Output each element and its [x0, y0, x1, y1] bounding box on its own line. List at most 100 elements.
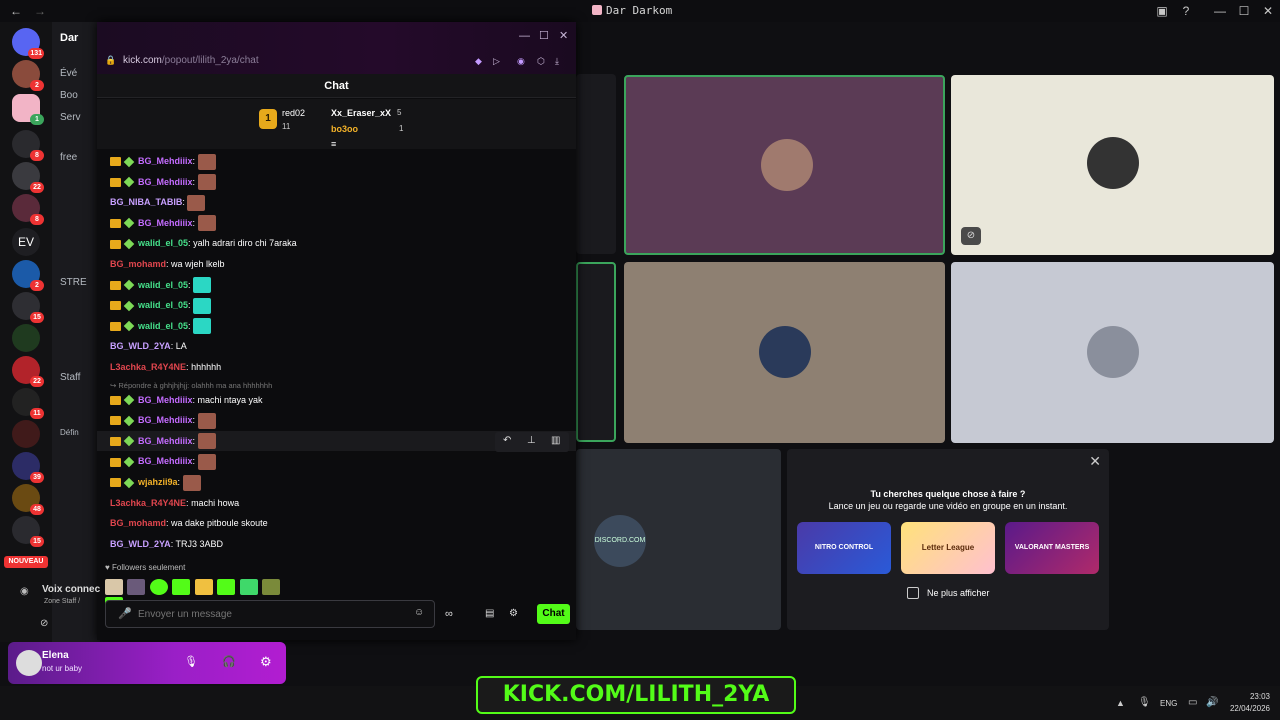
- chat-message[interactable]: BG_Mehdiiix: machi ntaya yak: [110, 391, 263, 409]
- discord-home-icon[interactable]: 131: [12, 28, 44, 59]
- server-icon[interactable]: 11: [12, 388, 44, 419]
- video-tile[interactable]: [624, 262, 945, 443]
- activity-card[interactable]: NITRO CONTROL: [797, 522, 891, 574]
- chat-message[interactable]: walid_el_05:: [110, 317, 212, 335]
- chat-username[interactable]: BG_Mehdiiix: [138, 436, 193, 446]
- chat-message[interactable]: BG_Mehdiiix:: [110, 411, 216, 429]
- chat-message[interactable]: BG_WLD_2YA: TRJ3 3ABD: [110, 535, 223, 553]
- video-tile[interactable]: [576, 74, 616, 254]
- channel-item[interactable]: Serv: [60, 112, 81, 123]
- chat-username[interactable]: BG_Mehdiiix: [138, 395, 193, 405]
- chat-message[interactable]: BG_Mehdiiix:: [110, 452, 216, 471]
- video-tile[interactable]: ⊘: [951, 75, 1274, 255]
- server-icon[interactable]: 22: [12, 162, 44, 193]
- chat-username[interactable]: BG_Mehdiiix: [138, 415, 193, 425]
- chat-username[interactable]: walid_el_05: [138, 280, 188, 290]
- server-icon[interactable]: EV: [12, 228, 40, 256]
- channel-item[interactable]: Boo: [60, 90, 78, 101]
- server-icon[interactable]: 48: [12, 484, 44, 515]
- chat-username[interactable]: BG_Mehdiiix: [138, 177, 193, 187]
- server-icon[interactable]: 2: [12, 260, 44, 291]
- chat-username[interactable]: wjahzii9a: [138, 477, 178, 487]
- headphones-icon[interactable]: 🎧: [222, 655, 236, 668]
- chat-username[interactable]: BG_WLD_2YA: [110, 539, 171, 549]
- emote[interactable]: [149, 578, 168, 595]
- server-icon[interactable]: 8: [12, 194, 44, 225]
- emoji-icon[interactable]: ☺: [414, 607, 424, 618]
- chat-username[interactable]: BG_Mehdiiix: [138, 456, 193, 466]
- pin-icon[interactable]: ⊥: [527, 435, 536, 446]
- emote[interactable]: [105, 578, 123, 595]
- emote[interactable]: [172, 578, 191, 595]
- video-tile[interactable]: [576, 262, 616, 442]
- extension-icon[interactable]: ◆: [475, 56, 482, 67]
- minimize-icon[interactable]: —: [1212, 3, 1228, 19]
- chat-message[interactable]: L3achka_R4Y4NE: hhhhhh: [110, 358, 221, 376]
- message-input[interactable]: [138, 606, 408, 622]
- chat-username[interactable]: BG_WLD_2YA: [110, 341, 171, 351]
- chat-message[interactable]: L3achka_R4Y4NE: machi howa: [110, 494, 239, 512]
- chat-message[interactable]: BG_WLD_2YA: LA: [110, 337, 187, 355]
- dont-show-checkbox[interactable]: [907, 587, 919, 599]
- microphone-icon[interactable]: 🎙: [1138, 697, 1151, 708]
- leader-name[interactable]: Xx_Eraser_xX: [331, 108, 391, 118]
- reply-icon[interactable]: ↶: [503, 435, 511, 446]
- chat-username[interactable]: BG_Mehdiiix: [138, 156, 193, 166]
- chat-username[interactable]: BG_mohamd: [110, 259, 166, 269]
- maximize-icon[interactable]: ☐: [539, 29, 549, 42]
- channel-item[interactable]: STRE: [60, 277, 87, 288]
- network-icon[interactable]: ▭: [1188, 697, 1197, 708]
- clock-time[interactable]: 23:03: [1236, 692, 1270, 701]
- emote[interactable]: [217, 578, 236, 595]
- filter-icon[interactable]: ≡: [331, 139, 336, 149]
- video-tile[interactable]: DISCORD.COM: [576, 449, 781, 630]
- minimize-icon[interactable]: —: [519, 30, 530, 42]
- activity-card[interactable]: Letter League: [901, 522, 995, 574]
- channel-item[interactable]: Évé: [60, 68, 77, 79]
- help-icon[interactable]: ?: [1178, 3, 1194, 19]
- chat-username[interactable]: BG_mohamd: [110, 518, 166, 528]
- store-icon[interactable]: ▤: [485, 608, 494, 619]
- inbox-icon[interactable]: ▣: [1154, 3, 1170, 19]
- server-icon[interactable]: 2: [12, 60, 44, 91]
- chat-message[interactable]: BG_Mehdiiix:: [110, 152, 216, 170]
- server-name[interactable]: Dar: [60, 32, 78, 44]
- points-icon[interactable]: ∞: [445, 608, 453, 620]
- message-composer[interactable]: 🎤 ☺: [105, 600, 435, 628]
- channel-item[interactable]: Défin: [60, 428, 79, 437]
- category-staff[interactable]: Staff: [60, 372, 80, 383]
- leader-name[interactable]: bo3oo: [331, 124, 358, 134]
- chat-message[interactable]: BG_Mehdiiix:: [110, 432, 216, 450]
- language-indicator[interactable]: ENG: [1160, 699, 1177, 708]
- chat-username[interactable]: walid_el_05: [138, 238, 188, 248]
- leader-name[interactable]: red02: [282, 108, 305, 118]
- activity-card[interactable]: VALORANT MASTERS: [1005, 522, 1099, 574]
- forward-arrow-icon[interactable]: →: [32, 3, 48, 19]
- emote[interactable]: [194, 578, 213, 595]
- microphone-icon[interactable]: 🎙: [184, 655, 198, 668]
- close-icon[interactable]: ✕: [1089, 453, 1101, 470]
- server-icon[interactable]: [12, 420, 40, 448]
- maximize-icon[interactable]: ☐: [1236, 3, 1252, 19]
- server-icon[interactable]: 15: [12, 292, 44, 323]
- chat-username[interactable]: walid_el_05: [138, 321, 188, 331]
- chat-message[interactable]: BG_NIBA_TABIB:: [110, 193, 206, 211]
- emote[interactable]: [239, 578, 258, 595]
- chat-message[interactable]: BG_mohamd: wa dake pitboule skoute: [110, 514, 268, 532]
- chat-username[interactable]: L3achka_R4Y4NE: [110, 362, 186, 372]
- close-icon[interactable]: ✕: [559, 29, 568, 42]
- chat-message[interactable]: BG_Mehdiiix:: [110, 173, 216, 191]
- chat-message[interactable]: walid_el_05:: [110, 296, 212, 314]
- server-icon[interactable]: 39: [12, 452, 44, 483]
- server-icon[interactable]: 22: [12, 356, 44, 387]
- chat-message[interactable]: BG_Mehdiiix:: [110, 214, 216, 232]
- chevron-up-icon[interactable]: ▲: [1116, 698, 1125, 708]
- chat-username[interactable]: L3achka_R4Y4NE: [110, 498, 186, 508]
- channel-item[interactable]: free: [60, 152, 77, 163]
- clock-date[interactable]: 22/04/2026: [1222, 704, 1270, 713]
- chat-message[interactable]: BG_mohamd: wa wjeh lkelb: [110, 255, 225, 273]
- camera-off-icon[interactable]: ⊘: [40, 618, 48, 629]
- send-chat-button[interactable]: Chat: [537, 604, 570, 624]
- chat-username[interactable]: BG_NIBA_TABIB: [110, 197, 182, 207]
- emote[interactable]: [262, 578, 281, 595]
